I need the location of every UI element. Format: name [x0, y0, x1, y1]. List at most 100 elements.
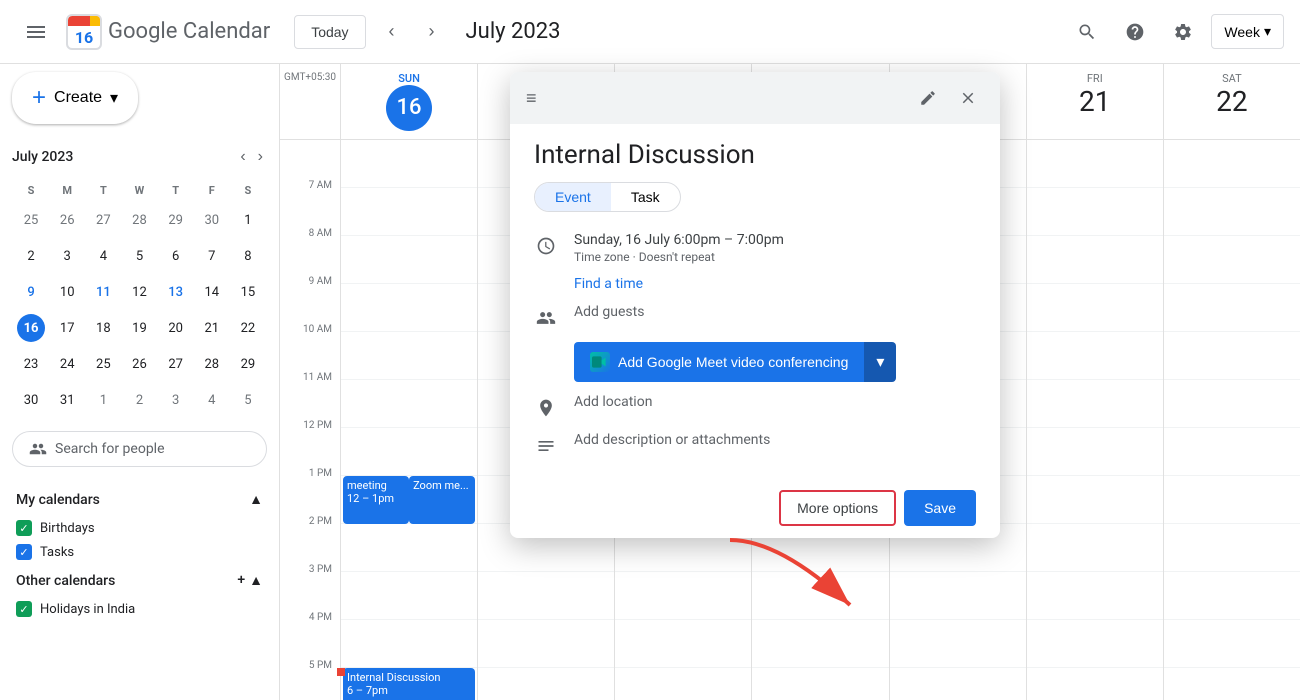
tab-event[interactable]: Event: [535, 183, 611, 211]
mini-cal-day[interactable]: 13: [159, 275, 193, 309]
mini-cal-day[interactable]: 27: [86, 203, 120, 237]
my-calendars-header[interactable]: My calendars ▲: [12, 483, 267, 516]
mini-cal-day[interactable]: 14: [195, 275, 229, 309]
mini-cal-day[interactable]: 19: [122, 311, 156, 345]
add-description-row: Add description or attachments: [534, 432, 976, 458]
create-button[interactable]: + Create ▾: [12, 72, 138, 124]
app-logo: 16 Google Calendar: [64, 12, 270, 52]
day-num-fri: 21: [1031, 85, 1159, 119]
calendar-item-tasks[interactable]: ✓ Tasks: [12, 540, 267, 564]
popup-close-button[interactable]: [952, 82, 984, 114]
search-people[interactable]: Search for people: [12, 431, 267, 467]
mini-cal-day[interactable]: 4: [195, 383, 229, 417]
mini-cal-day[interactable]: 21: [195, 311, 229, 345]
mini-cal-day[interactable]: 24: [50, 347, 84, 381]
mini-cal-next[interactable]: ›: [254, 144, 267, 170]
day-header-fri[interactable]: FRI 21: [1026, 64, 1163, 139]
event-meeting[interactable]: meeting 12 – 1pm: [343, 476, 409, 524]
mini-cal-day[interactable]: 27: [159, 347, 193, 381]
mini-cal-day[interactable]: 6: [159, 239, 193, 273]
mini-cal-prev[interactable]: ‹: [236, 144, 249, 170]
edit-button[interactable]: [912, 82, 944, 114]
mini-cal-today[interactable]: 16: [14, 311, 48, 345]
other-calendars-header[interactable]: Other calendars + ▲: [12, 564, 267, 597]
holidays-checkbox[interactable]: ✓: [16, 601, 32, 617]
help-icon: [1125, 22, 1145, 42]
mini-cal-day[interactable]: 7: [195, 239, 229, 273]
mini-cal-day[interactable]: 5: [122, 239, 156, 273]
mini-cal-day[interactable]: 26: [122, 347, 156, 381]
day-header-sun[interactable]: SUN 16: [340, 64, 477, 139]
close-icon: [959, 89, 977, 107]
tab-task[interactable]: Task: [611, 183, 680, 211]
mini-cal-day[interactable]: 5: [231, 383, 265, 417]
add-location-row: Add location: [534, 394, 976, 420]
event-internal-discussion[interactable]: Internal Discussion 6 – 7pm: [343, 668, 475, 700]
mini-cal-day[interactable]: 11: [86, 275, 120, 309]
add-other-calendar-icon[interactable]: +: [237, 572, 245, 589]
popup-footer: More options Save: [510, 478, 1000, 538]
mini-cal-day[interactable]: 15: [231, 275, 265, 309]
mini-cal-day[interactable]: 22: [231, 311, 265, 345]
mini-cal-day[interactable]: 26: [50, 203, 84, 237]
mini-cal-day[interactable]: 4: [86, 239, 120, 273]
mini-cal-day[interactable]: 28: [195, 347, 229, 381]
mini-cal-day[interactable]: 1: [86, 383, 120, 417]
mini-cal-day[interactable]: 20: [159, 311, 193, 345]
mini-cal-day[interactable]: 2: [14, 239, 48, 273]
day-header-sat[interactable]: SAT 22: [1163, 64, 1300, 139]
time-labels: 7 AM 8 AM 9 AM 10 AM 11 AM 12 PM 1 PM 2 …: [280, 140, 340, 700]
mini-cal-day[interactable]: 30: [195, 203, 229, 237]
prev-arrow[interactable]: ‹: [374, 14, 410, 50]
mini-cal-day[interactable]: 2: [122, 383, 156, 417]
tasks-checkbox[interactable]: ✓: [16, 544, 32, 560]
menu-button[interactable]: [16, 12, 56, 52]
event-zoom[interactable]: Zoom me...: [409, 476, 475, 524]
clock-icon: [534, 234, 558, 258]
mini-cal-day[interactable]: 3: [159, 383, 193, 417]
add-google-meet-button[interactable]: Add Google Meet video conferencing: [574, 342, 864, 382]
more-options-button[interactable]: More options: [779, 490, 896, 526]
today-button[interactable]: Today: [294, 15, 365, 49]
birthdays-checkbox[interactable]: ✓: [16, 520, 32, 536]
header-month-year: July 2023: [466, 19, 1060, 44]
mini-cal-day[interactable]: 18: [86, 311, 120, 345]
meet-dropdown-button[interactable]: ▾: [864, 342, 896, 382]
time-label-12pm: 12 PM: [280, 420, 340, 468]
mini-cal-day[interactable]: 31: [50, 383, 84, 417]
mini-cal-day[interactable]: 30: [14, 383, 48, 417]
find-time-link[interactable]: Find a time: [574, 276, 976, 292]
mini-cal-day[interactable]: 25: [86, 347, 120, 381]
mini-cal-day[interactable]: 25: [14, 203, 48, 237]
calendar-item-holidays[interactable]: ✓ Holidays in India: [12, 597, 267, 621]
mini-cal-day[interactable]: 28: [122, 203, 156, 237]
save-button[interactable]: Save: [904, 490, 976, 526]
mini-cal-day[interactable]: 23: [14, 347, 48, 381]
header-right: Week ▾: [1067, 12, 1284, 52]
time-label-8am: 8 AM: [280, 228, 340, 276]
day-name-fri: FRI: [1031, 72, 1159, 85]
dow-w: W: [122, 180, 156, 201]
mini-cal-day[interactable]: 29: [231, 347, 265, 381]
event-title: Internal Discussion: [347, 671, 471, 684]
mini-cal-day[interactable]: 1: [231, 203, 265, 237]
mini-cal-day[interactable]: 3: [50, 239, 84, 273]
mini-cal-day[interactable]: 10: [50, 275, 84, 309]
mini-cal-day[interactable]: 29: [159, 203, 193, 237]
add-location-text[interactable]: Add location: [574, 394, 652, 410]
mini-cal-day[interactable]: 9: [14, 275, 48, 309]
mini-cal-title: July 2023: [12, 149, 73, 165]
mini-cal-day[interactable]: 17: [50, 311, 84, 345]
search-button[interactable]: [1067, 12, 1107, 52]
add-guests-text[interactable]: Add guests: [574, 304, 644, 320]
settings-button[interactable]: [1163, 12, 1203, 52]
next-arrow[interactable]: ›: [414, 14, 450, 50]
mini-cal-day[interactable]: 8: [231, 239, 265, 273]
calendar-item-birthdays[interactable]: ✓ Birthdays: [12, 516, 267, 540]
add-description-text[interactable]: Add description or attachments: [574, 432, 770, 448]
help-button[interactable]: [1115, 12, 1155, 52]
mini-cal-day[interactable]: 12: [122, 275, 156, 309]
day-column-sat: [1163, 140, 1300, 700]
view-selector[interactable]: Week ▾: [1211, 14, 1284, 49]
mini-cal-week: 9 10 11 12 13 14 15: [14, 275, 265, 309]
